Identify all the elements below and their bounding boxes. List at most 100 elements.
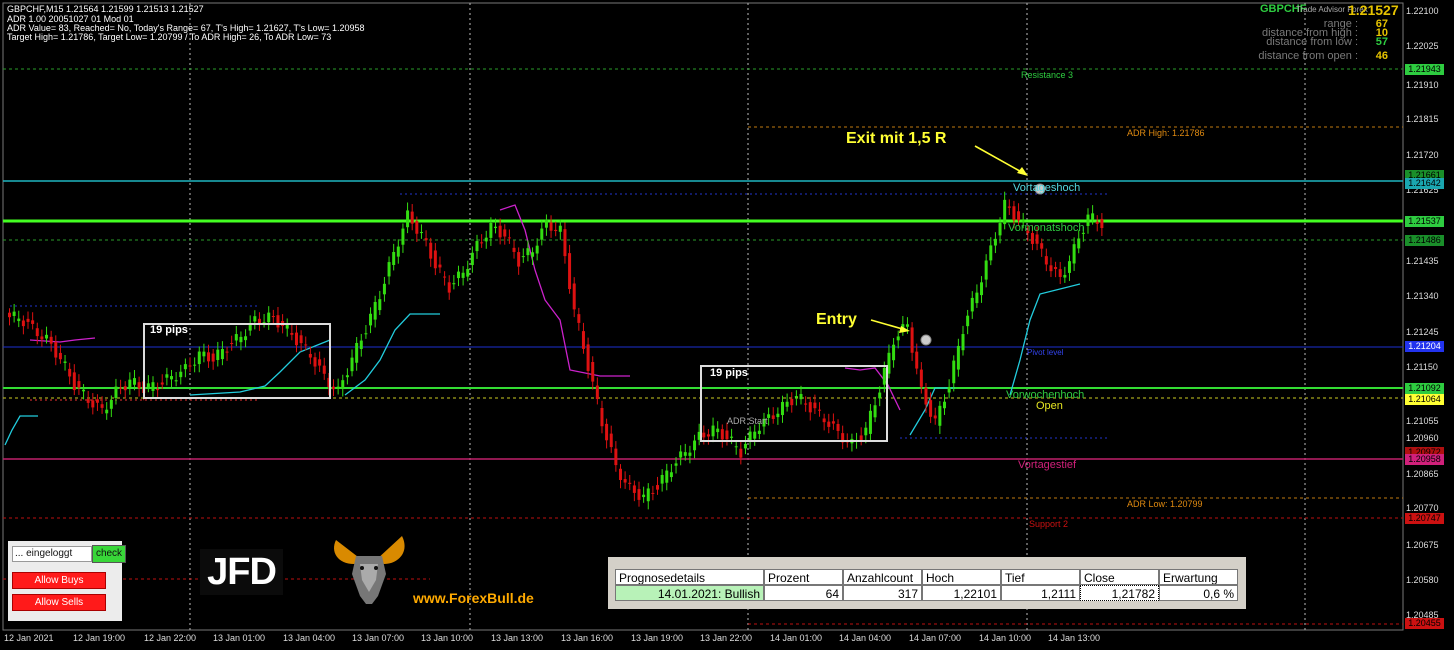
candle-body xyxy=(919,369,923,387)
candle-body xyxy=(58,352,62,360)
pips-label-1: 19 pips xyxy=(150,324,188,336)
price-tag: 1.21537 xyxy=(1405,216,1444,227)
candle-body xyxy=(1067,261,1071,273)
trailing-stop-cyan xyxy=(909,387,955,436)
candle-body xyxy=(382,283,386,295)
candle-body xyxy=(8,312,11,318)
exit-annotation: Exit mit 1,5 R xyxy=(846,130,947,147)
check-button[interactable]: check xyxy=(92,545,126,563)
price-tag: 1.20958 xyxy=(1405,454,1444,465)
trade-control-panel: ... eingeloggt check Allow Buys Allow Se… xyxy=(8,541,126,621)
candle-body xyxy=(72,372,76,391)
candle-body xyxy=(109,400,113,409)
candle-body xyxy=(433,250,437,269)
allow-sells-button[interactable]: Allow Sells xyxy=(12,594,106,611)
time-axis-label: 14 Jan 01:00 xyxy=(770,633,823,643)
price-axis-label: 1.21340 xyxy=(1406,291,1439,301)
trailing-stop-cyan xyxy=(1009,283,1081,396)
candle-body xyxy=(424,238,428,241)
price-tag: 1.20747 xyxy=(1405,513,1444,524)
pivot-label: Pivot level xyxy=(1027,348,1064,357)
price-axis-label: 1.22025 xyxy=(1406,41,1439,51)
candle-body xyxy=(355,342,359,363)
candle-body xyxy=(933,415,937,419)
candle-body xyxy=(563,229,567,257)
candle-body xyxy=(623,479,627,483)
adr-low-label: ADR Low: 1.20799 xyxy=(1127,499,1203,509)
candle-body xyxy=(45,334,49,339)
table-cell: 317 xyxy=(843,585,922,601)
candle-body xyxy=(628,482,632,484)
candle-body xyxy=(656,485,660,490)
panel-row-label: distance from low : xyxy=(1266,36,1358,48)
candle-body xyxy=(392,251,396,266)
candle-body xyxy=(114,386,118,399)
candle-body xyxy=(1030,233,1034,244)
candle-body xyxy=(410,211,414,224)
candle-body xyxy=(609,433,613,448)
allow-buys-button[interactable]: Allow Buys xyxy=(12,572,106,589)
price-axis-label: 1.21150 xyxy=(1406,362,1438,372)
candle-body xyxy=(128,379,132,388)
time-axis-label: 12 Jan 2021 xyxy=(4,633,54,643)
candle-body xyxy=(1040,243,1044,249)
candle-body xyxy=(1054,267,1058,269)
website-link[interactable]: www.ForexBull.de xyxy=(413,590,534,606)
candle-body xyxy=(586,344,590,371)
candle-body xyxy=(466,268,470,277)
candle-body xyxy=(452,283,456,285)
candle-body xyxy=(984,260,988,280)
candle-body xyxy=(1012,206,1016,221)
candle-body xyxy=(517,252,521,267)
candle-body xyxy=(637,489,641,500)
candle-body xyxy=(929,400,933,417)
support2-label: Support 2 xyxy=(1029,519,1069,529)
candle-body xyxy=(49,336,53,344)
candle-body xyxy=(942,401,946,409)
candle-body xyxy=(693,440,697,451)
candle-body xyxy=(905,324,909,327)
candle-body xyxy=(494,226,498,229)
candle-body xyxy=(998,223,1002,236)
trailing-stop-cyan xyxy=(4,415,38,446)
candle-body xyxy=(1077,238,1081,249)
candle-body xyxy=(558,225,562,232)
vortageshoch-label: Vortageshoch xyxy=(1013,182,1081,194)
time-axis-label: 14 Jan 07:00 xyxy=(909,633,962,643)
candle-body xyxy=(526,248,530,256)
entry-marker xyxy=(920,334,932,346)
candle-body xyxy=(359,340,363,350)
forecast-table: Prognosedetails Prozent Anzahlcount Hoch… xyxy=(608,557,1246,609)
candle-body xyxy=(591,361,595,382)
price-axis-label: 1.21815 xyxy=(1406,114,1439,124)
candle-body xyxy=(336,386,340,389)
candle-body xyxy=(993,238,997,246)
candle-body xyxy=(646,488,650,502)
candle-body xyxy=(253,316,257,322)
candle-body xyxy=(132,378,136,385)
table-cell: 1,21782 xyxy=(1080,585,1159,601)
candle-body xyxy=(105,409,109,414)
candle-body xyxy=(1091,213,1095,220)
panel-row-value: 46 xyxy=(1375,50,1388,62)
candle-body xyxy=(489,222,493,238)
time-axis-label: 13 Jan 22:00 xyxy=(700,633,753,643)
trailing-stop-magenta xyxy=(29,337,96,343)
panel-row-distance-low: distance from low : 57 xyxy=(1210,36,1388,48)
candle-body xyxy=(1058,269,1062,277)
candle-body xyxy=(1063,274,1067,278)
candle-body xyxy=(743,443,747,449)
candle-body xyxy=(470,252,474,266)
candle-body xyxy=(498,225,502,238)
candle-body xyxy=(952,360,956,384)
candle-body xyxy=(40,336,44,340)
time-axis-label: 13 Jan 10:00 xyxy=(421,633,474,643)
candle-body xyxy=(68,368,72,377)
panel-price: 1.21527 xyxy=(1348,2,1399,18)
candle-body xyxy=(989,245,993,261)
candle-body xyxy=(665,470,669,483)
price-axis-label: 1.21245 xyxy=(1406,327,1439,337)
candle-body xyxy=(475,241,479,252)
candle-body xyxy=(12,311,16,316)
price-axis-label: 1.21720 xyxy=(1406,150,1439,160)
